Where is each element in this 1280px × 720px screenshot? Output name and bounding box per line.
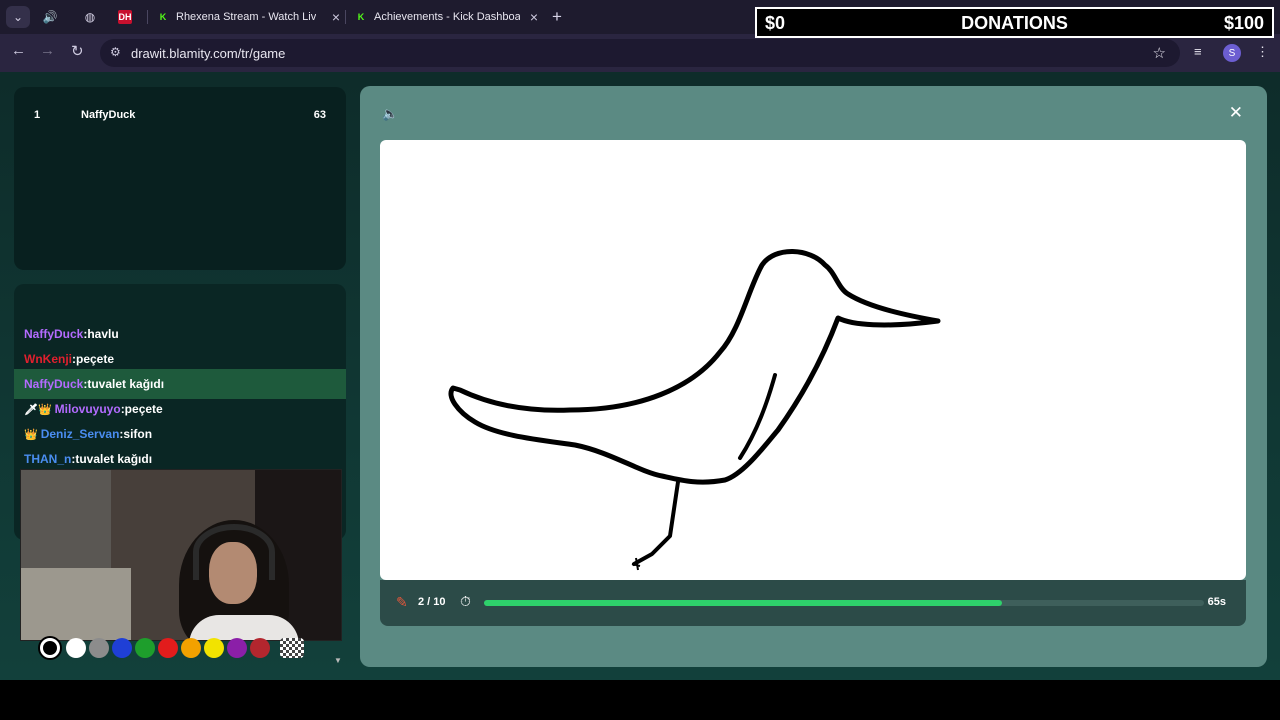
pencil-icon: ✎ xyxy=(396,594,408,610)
color-swatch-gray[interactable] xyxy=(89,638,109,658)
kick-icon: K xyxy=(357,12,365,22)
player-score: 63 xyxy=(313,109,326,121)
tab-rhexena-stream[interactable]: K Rhexena Stream - Watch Live o × xyxy=(156,4,342,30)
chat-text: :havlu xyxy=(83,327,119,341)
reload-icon[interactable]: ↻ xyxy=(71,42,84,60)
player-rank: 1 xyxy=(34,109,41,121)
chat-text: :tuvalet kağıdı xyxy=(83,377,165,391)
drawing-canvas[interactable] xyxy=(380,140,1246,580)
dh-icon: DH xyxy=(118,10,132,24)
player-name: NaffyDuck xyxy=(81,109,136,121)
round-counter: 2 / 10 xyxy=(418,596,446,608)
leaderboard: 1 NaffyDuck 63 xyxy=(14,87,346,270)
game-status-bar: ✎ 2 / 10 ⏱ 65s xyxy=(380,580,1246,626)
color-swatch-darkred[interactable] xyxy=(250,638,270,658)
tab-separator xyxy=(147,10,148,24)
sword-crown-badge-icon: 🗡👑 xyxy=(24,403,52,416)
globe-tab-icon[interactable]: ◍ xyxy=(78,6,102,28)
chat-text: :tuvalet kağıdı xyxy=(71,452,153,466)
timer-icon: ⏱ xyxy=(460,593,471,609)
streamer-webcam xyxy=(20,469,342,641)
color-swatch-purple[interactable] xyxy=(227,638,247,658)
tab-label: Achievements - Kick Dashboard xyxy=(374,11,520,23)
address-bar[interactable]: ⚙ drawit.blamity.com/tr/game ☆ xyxy=(100,39,1180,67)
color-swatch-red[interactable] xyxy=(158,638,178,658)
seconds-left: 65s xyxy=(1207,596,1226,608)
forward-icon[interactable]: → xyxy=(40,42,55,59)
url-text: drawit.blamity.com/tr/game xyxy=(131,45,286,61)
duck-drawing xyxy=(448,249,941,571)
tab-search-icon[interactable]: ⌄ xyxy=(6,6,30,28)
chat-username: NaffyDuck xyxy=(24,327,84,341)
donations-min: $0 xyxy=(765,13,786,33)
eraser-icon[interactable] xyxy=(280,638,304,658)
color-swatch-blue[interactable] xyxy=(112,638,132,658)
close-tab-icon[interactable]: × xyxy=(332,9,340,25)
audio-tab-icon[interactable]: 🔊 xyxy=(38,6,62,28)
chat-text: :peçete xyxy=(120,402,163,416)
chat-text: :peçete xyxy=(72,352,115,366)
scroll-down-icon[interactable]: ▼ xyxy=(334,656,342,665)
webcam-bed xyxy=(21,568,131,640)
time-progress-track xyxy=(484,600,1204,606)
color-swatch-green[interactable] xyxy=(135,638,155,658)
game-page: 1 NaffyDuck 63 NaffyDuck:havlu WnKenji:p… xyxy=(0,72,1280,680)
sound-icon[interactable]: 🔈 xyxy=(382,106,398,122)
close-tab-icon[interactable]: × xyxy=(530,9,538,25)
donations-goal-overlay: DONATIONS $0 $100 xyxy=(755,7,1274,38)
time-progress-fill xyxy=(484,600,1003,606)
chat-username: WnKenji xyxy=(24,352,72,366)
tab-separator xyxy=(345,10,346,24)
back-icon[interactable]: ← xyxy=(11,42,26,59)
tab-achievements[interactable]: K Achievements - Kick Dashboard × xyxy=(354,4,540,30)
new-tab-icon[interactable]: + xyxy=(545,6,569,28)
donations-title: DONATIONS xyxy=(961,13,1068,33)
kick-icon: K xyxy=(159,12,167,22)
color-swatch-black[interactable] xyxy=(40,638,60,658)
profile-avatar[interactable]: S xyxy=(1223,44,1241,62)
bookmark-star-icon[interactable]: ☆ xyxy=(1153,44,1166,62)
color-swatch-white[interactable] xyxy=(66,638,86,658)
tab-pinned-dh[interactable]: DH xyxy=(118,4,140,30)
browser-toolbar: ← → ↻ ⚙ drawit.blamity.com/tr/game ☆ xyxy=(0,34,1280,72)
close-icon[interactable]: ✕ xyxy=(1229,103,1243,123)
page-bottom-bar xyxy=(0,680,1280,720)
site-info-icon[interactable]: ⚙ xyxy=(110,45,121,59)
chat-username: THAN_n xyxy=(24,452,72,466)
donations-max: $100 xyxy=(1223,13,1264,33)
tab-label: Rhexena Stream - Watch Live o xyxy=(176,11,316,23)
drawing-game-panel: 🔈 ✕ ✎ 2 / 10 ⏱ 65s xyxy=(360,86,1267,667)
color-swatch-orange[interactable] xyxy=(181,638,201,658)
chat-username: NaffyDuck xyxy=(24,377,84,391)
chat-username: Milovuyuyo xyxy=(54,402,121,416)
chat-username: Deniz_Servan xyxy=(40,427,120,441)
menu-kebab-icon[interactable]: ⋮ xyxy=(1256,44,1269,60)
chat-text: :sifon xyxy=(119,427,153,441)
webcam-streamer xyxy=(179,520,299,640)
color-palette xyxy=(14,632,346,666)
crown-badge-icon: 👑 xyxy=(24,428,38,441)
color-swatch-yellow[interactable] xyxy=(204,638,224,658)
webcam-face xyxy=(209,542,257,604)
media-controls-icon[interactable]: ≡ xyxy=(1194,44,1202,59)
